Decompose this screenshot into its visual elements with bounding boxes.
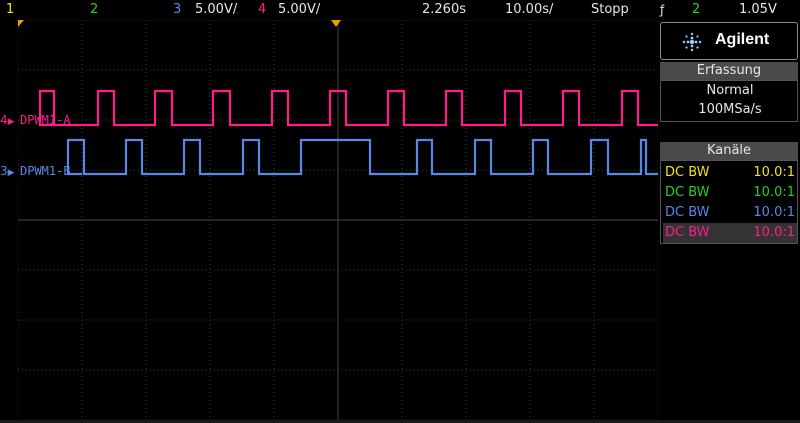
ch3-indicator[interactable]: 3 (173, 0, 181, 20)
trigger-level: 1.05V (739, 2, 777, 17)
acquisition-mode: Normal (706, 83, 754, 98)
acquisition-section[interactable]: Normal 100MSa/s (660, 80, 798, 122)
ch4-ground-marker[interactable]: 4▶ (0, 113, 15, 127)
channels-section[interactable]: DC BW 10.0:1 DC BW 10.0:1 DC BW 10.0:1 D… (660, 160, 798, 244)
ch2-indicator[interactable]: 2 (90, 0, 98, 20)
sample-rate: 100MSa/s (698, 102, 762, 117)
channel-row-2[interactable]: DC BW 10.0:1 (663, 183, 797, 203)
time-offset: 2.260s (422, 2, 466, 17)
run-state[interactable]: Stopp (591, 0, 629, 20)
channel-2-coupling: DC BW (665, 185, 710, 200)
trigger-channel: 2 (692, 2, 701, 17)
ch3-ground-marker[interactable]: 3▶ (0, 164, 15, 178)
ch4-trace-label: DPWM1-A (20, 113, 71, 127)
channel-2-probe: 10.0:1 (753, 185, 795, 200)
status-bar: 1 2 3 5.00V/ 4 5.00V/ 2.260s 10.00s/ Sto… (0, 0, 800, 20)
ch4-indicator[interactable]: 4 (258, 0, 266, 20)
channel-row-3[interactable]: DC BW 10.0:1 (663, 203, 797, 223)
trigger-edge-icon: ƒ (660, 3, 665, 17)
brand-name: Agilent (715, 31, 770, 48)
channels-header[interactable]: Kanäle (660, 142, 798, 160)
channel-row-4[interactable]: DC BW 10.0:1 (663, 223, 797, 243)
brand-logo: Agilent (660, 22, 798, 60)
channel-row-1[interactable]: DC BW 10.0:1 (663, 163, 797, 183)
channel-1-probe: 10.0:1 (753, 165, 795, 180)
channel-1-coupling: DC BW (665, 165, 710, 180)
time-per-div: 10.00s/ (505, 2, 554, 17)
agilent-spark-icon (682, 32, 702, 52)
ch3-scale: 5.00V/ (195, 2, 238, 17)
ch1-indicator[interactable]: 1 (6, 0, 14, 20)
ch3-trace-label: DPWM1-B (20, 164, 71, 178)
waveform-display[interactable] (18, 20, 658, 420)
channel-3-probe: 10.0:1 (753, 205, 795, 220)
side-panel: Agilent Erfassung Normal 100MSa/s Kanäle… (660, 22, 798, 420)
ch4-scale: 5.00V/ (278, 2, 321, 17)
channel-4-probe: 10.0:1 (753, 225, 795, 240)
channel-3-coupling: DC BW (665, 205, 710, 220)
acquisition-header[interactable]: Erfassung (660, 62, 798, 80)
channel-4-coupling: DC BW (665, 225, 710, 240)
